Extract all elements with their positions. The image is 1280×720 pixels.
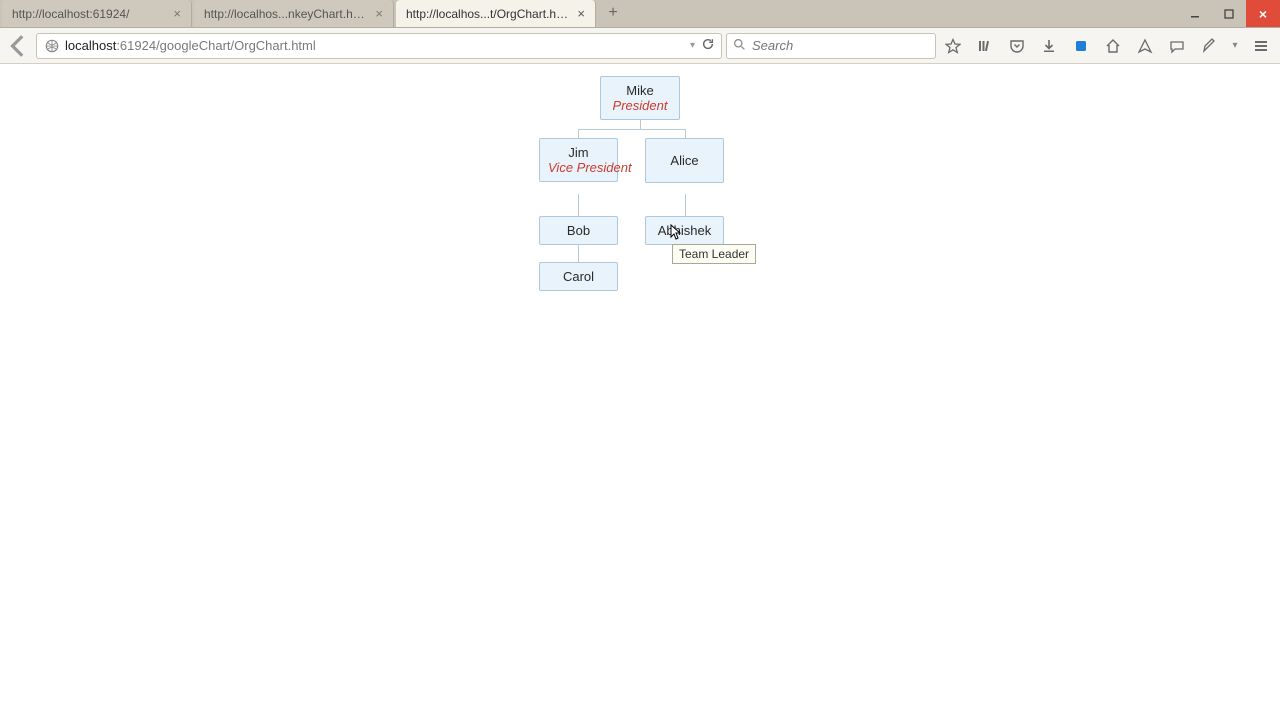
connector [685,194,686,216]
back-button[interactable] [6,33,32,59]
window-titlebar: http://localhost:61924/ × http://localho… [0,0,1280,28]
node-name: Jim [548,145,609,160]
close-icon[interactable]: × [173,7,181,20]
extension-blue-icon[interactable] [1068,33,1094,59]
tab-label: http://localhos...t/OrgChart.html [406,7,569,21]
url-path: :61924/googleChart/OrgChart.html [116,38,315,53]
bookmark-star-icon[interactable] [940,33,966,59]
url-history-dropdown[interactable]: ▾ [690,40,695,51]
site-identity-icon[interactable] [43,37,61,55]
url-bar[interactable]: localhost :61924/googleChart/OrgChart.ht… [36,33,722,59]
chat-icon[interactable] [1164,33,1190,59]
connector [578,244,579,262]
close-icon[interactable]: × [577,7,585,20]
menu-icon[interactable] [1248,33,1274,59]
reload-button[interactable] [701,37,715,54]
node-name: Alice [654,153,715,168]
orgchart-tooltip: Team Leader [672,244,756,264]
page-content: Mike President Jim Vice President Alice … [0,64,1280,720]
brush-icon[interactable] [1196,33,1222,59]
browser-tab-0[interactable]: http://localhost:61924/ × [2,0,192,27]
browser-tab-1[interactable]: http://localhos...nkeyChart.html × [194,0,394,27]
connector [578,129,579,138]
orgchart-node-alice[interactable]: Alice [645,138,724,183]
pocket-icon[interactable] [1004,33,1030,59]
search-input[interactable] [752,38,930,53]
connector [578,129,685,130]
orgchart: Mike President Jim Vice President Alice … [460,76,820,336]
node-name: Bob [548,223,609,238]
titlebar-spacer [622,0,1178,27]
home-icon[interactable] [1100,33,1126,59]
close-window-button[interactable]: × [1246,0,1280,27]
send-icon[interactable] [1132,33,1158,59]
node-name: Abhishek [654,223,715,238]
node-title: Vice President [548,160,609,175]
browser-tabstrip: http://localhost:61924/ × http://localho… [0,0,622,27]
orgchart-node-jim[interactable]: Jim Vice President [539,138,618,182]
node-name: Carol [548,269,609,284]
orgchart-node-mike[interactable]: Mike President [600,76,680,120]
connector [685,129,686,138]
toolbar-icons: ▾ [940,33,1274,59]
tooltip-text: Team Leader [679,247,749,261]
close-icon[interactable]: × [375,7,383,20]
minimize-button[interactable] [1178,0,1212,27]
connector [578,194,579,216]
orgchart-node-bob[interactable]: Bob [539,216,618,245]
browser-tab-2[interactable]: http://localhos...t/OrgChart.html × [396,0,596,27]
tab-label: http://localhost:61924/ [12,7,165,21]
orgchart-node-abhishek[interactable]: Abhishek [645,216,724,245]
tab-label: http://localhos...nkeyChart.html [204,7,367,21]
orgchart-wrap: Mike President Jim Vice President Alice … [0,76,1280,336]
maximize-button[interactable] [1212,0,1246,27]
newtab-button[interactable]: + [604,5,622,23]
window-controls: × [1178,0,1280,27]
orgchart-node-carol[interactable]: Carol [539,262,618,291]
node-name: Mike [609,83,671,98]
search-icon [733,38,746,54]
url-host: localhost [65,38,116,53]
search-bar[interactable] [726,33,936,59]
library-icon[interactable] [972,33,998,59]
node-title: President [609,98,671,113]
browser-toolbar: localhost :61924/googleChart/OrgChart.ht… [0,28,1280,64]
downloads-icon[interactable] [1036,33,1062,59]
mouse-cursor-icon [670,224,682,242]
overflow-caret-icon[interactable]: ▾ [1228,33,1242,59]
